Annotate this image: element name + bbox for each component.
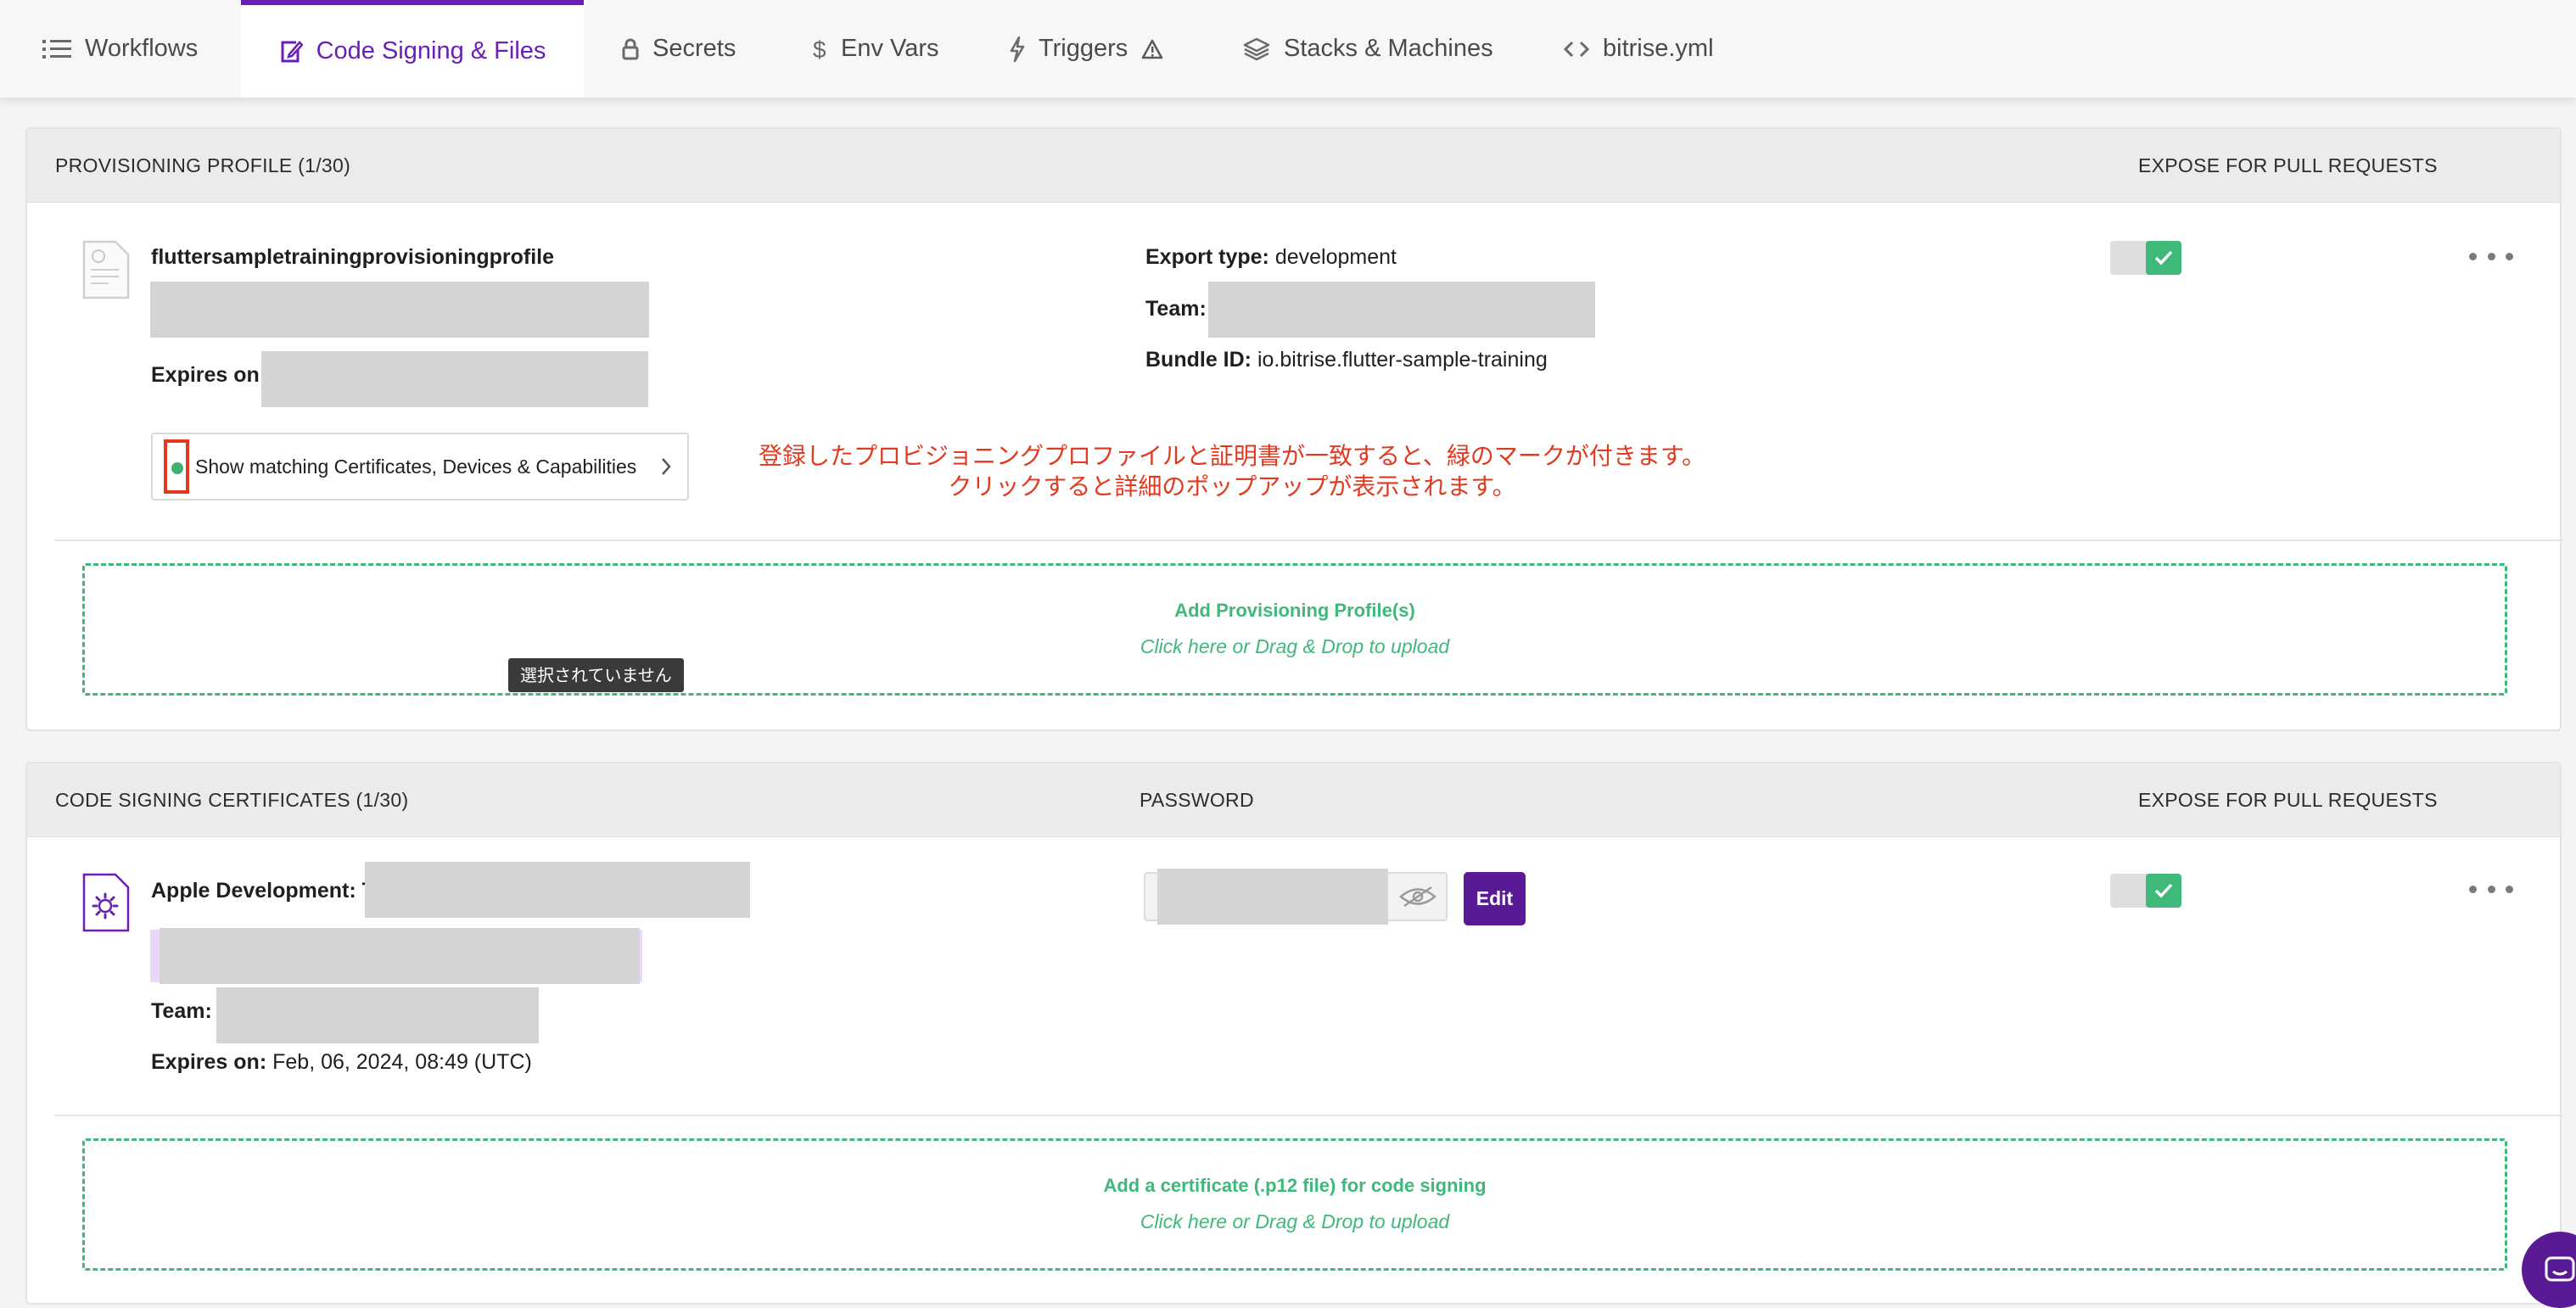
expires-value: Feb, 06, 2024, 08:49 (UTC)	[272, 1050, 532, 1074]
profile-name: fluttersampletrainingprovisioningprofile	[151, 245, 555, 269]
show-matching-label: Show matching Certificates, Devices & Ca…	[195, 456, 637, 478]
checkmark-icon	[2146, 874, 2181, 908]
dropzone-title: Add a certificate (.p12 file) for code s…	[1103, 1175, 1487, 1196]
document-icon	[81, 239, 131, 305]
tab-label: Stacks & Machines	[1284, 35, 1493, 62]
edit-document-icon	[279, 39, 303, 64]
expose-header-label: EXPOSE FOR PULL REQUESTS	[2138, 154, 2438, 176]
redacted-expiry	[261, 351, 648, 407]
svg-text:$: $	[813, 36, 826, 62]
expose-header-label: EXPOSE FOR PULL REQUESTS	[2138, 789, 2438, 811]
redacted-cert-id	[160, 928, 640, 984]
tab-secrets[interactable]: Secrets	[622, 0, 736, 98]
team-label: Team:	[151, 999, 212, 1023]
section-header: CODE SIGNING CERTIFICATES (1/30) PASSWOR…	[27, 763, 2560, 837]
tab-stacks-machines[interactable]: Stacks & Machines	[1243, 0, 1493, 98]
annotation-line-2: クリックすると詳細のポップアップが表示されます。	[948, 472, 1516, 500]
bundle-id-label: Bundle ID:	[1145, 348, 1252, 372]
dropzone-title: Add Provisioning Profile(s)	[1174, 600, 1415, 621]
tooltip: 選択されていません	[508, 658, 684, 692]
provisioning-profile-section: PROVISIONING PROFILE (1/30) EXPOSE FOR P…	[25, 127, 2562, 731]
code-signing-certificates-section: CODE SIGNING CERTIFICATES (1/30) PASSWOR…	[25, 762, 2562, 1305]
expires-label: Expires on:	[151, 1050, 267, 1074]
checkmark-icon	[2146, 241, 2181, 275]
section-header: PROVISIONING PROFILE (1/30) EXPOSE FOR P…	[27, 129, 2560, 203]
chevron-right-icon	[662, 458, 671, 475]
redacted-team	[1208, 282, 1595, 338]
export-type-label: Export type:	[1145, 245, 1269, 269]
divider	[54, 1115, 2562, 1116]
divider	[54, 539, 2562, 541]
tab-label: Triggers	[1039, 35, 1128, 62]
tab-triggers[interactable]: Triggers	[1010, 0, 1163, 98]
lock-icon	[622, 38, 639, 60]
top-tab-bar: Workflows Code Signing & Files Secrets $…	[0, 0, 2576, 98]
edit-password-button[interactable]: Edit	[1464, 872, 1526, 925]
certificate-upload-dropzone[interactable]: Add a certificate (.p12 file) for code s…	[82, 1138, 2507, 1271]
certificates-header-label: CODE SIGNING CERTIFICATES (1/30)	[55, 789, 409, 811]
dropzone-hint: Click here or Drag & Drop to upload	[1140, 635, 1450, 657]
redacted-password	[1157, 869, 1388, 925]
more-options-icon[interactable]	[2469, 249, 2513, 263]
tab-label: Code Signing & Files	[316, 37, 546, 64]
expose-pr-toggle[interactable]	[2110, 874, 2181, 908]
warning-icon	[1141, 39, 1163, 59]
provisioning-upload-dropzone[interactable]: Add Provisioning Profile(s) Click here o…	[82, 563, 2507, 696]
expose-pr-toggle[interactable]	[2110, 241, 2181, 275]
list-icon	[42, 38, 71, 60]
tab-label: Secrets	[652, 35, 736, 62]
annotation-line-1: 登録したプロビジョニングプロファイルと証明書が一致すると、緑のマークが付きます。	[758, 442, 1706, 470]
more-options-icon[interactable]	[2469, 882, 2513, 896]
tab-workflows[interactable]: Workflows	[42, 0, 198, 98]
team-label: Team:	[1145, 297, 1207, 321]
export-type-value: development	[1274, 245, 1397, 269]
password-field[interactable]	[1144, 869, 1448, 925]
lightning-icon	[1010, 36, 1025, 62]
tab-label: Workflows	[85, 35, 199, 62]
layers-icon	[1243, 37, 1270, 61]
eye-off-icon[interactable]	[1390, 874, 1446, 920]
annotation-note: 登録したプロビジョニングプロファイルと証明書が一致すると、緑のマークが付きます。…	[723, 441, 1741, 502]
certificate-name: Apple Development: T	[151, 879, 375, 903]
redacted-team	[216, 987, 539, 1043]
dropzone-hint: Click here or Drag & Drop to upload	[1140, 1210, 1450, 1233]
tab-label: bitrise.yml	[1603, 35, 1714, 62]
show-matching-button[interactable]: Show matching Certificates, Devices & Ca…	[151, 433, 689, 500]
tab-bitrise-yml[interactable]: bitrise.yml	[1564, 0, 1714, 98]
expires-label: Expires on:	[151, 363, 267, 387]
code-icon	[1564, 40, 1589, 59]
password-header-label: PASSWORD	[1140, 789, 1254, 811]
dollar-icon: $	[812, 36, 827, 62]
redacted-cert-name	[365, 862, 750, 918]
match-status-dot-icon	[171, 462, 183, 474]
tab-label: Env Vars	[841, 35, 939, 62]
provisioning-header-label: PROVISIONING PROFILE (1/30)	[55, 154, 351, 176]
tab-code-signing[interactable]: Code Signing & Files	[241, 0, 584, 98]
certificate-gear-icon	[81, 872, 131, 937]
redacted-profile-uuid	[150, 282, 649, 338]
tab-env-vars[interactable]: $ Env Vars	[812, 0, 939, 98]
bundle-id-value: io.bitrise.flutter-sample-training	[1257, 348, 1548, 372]
